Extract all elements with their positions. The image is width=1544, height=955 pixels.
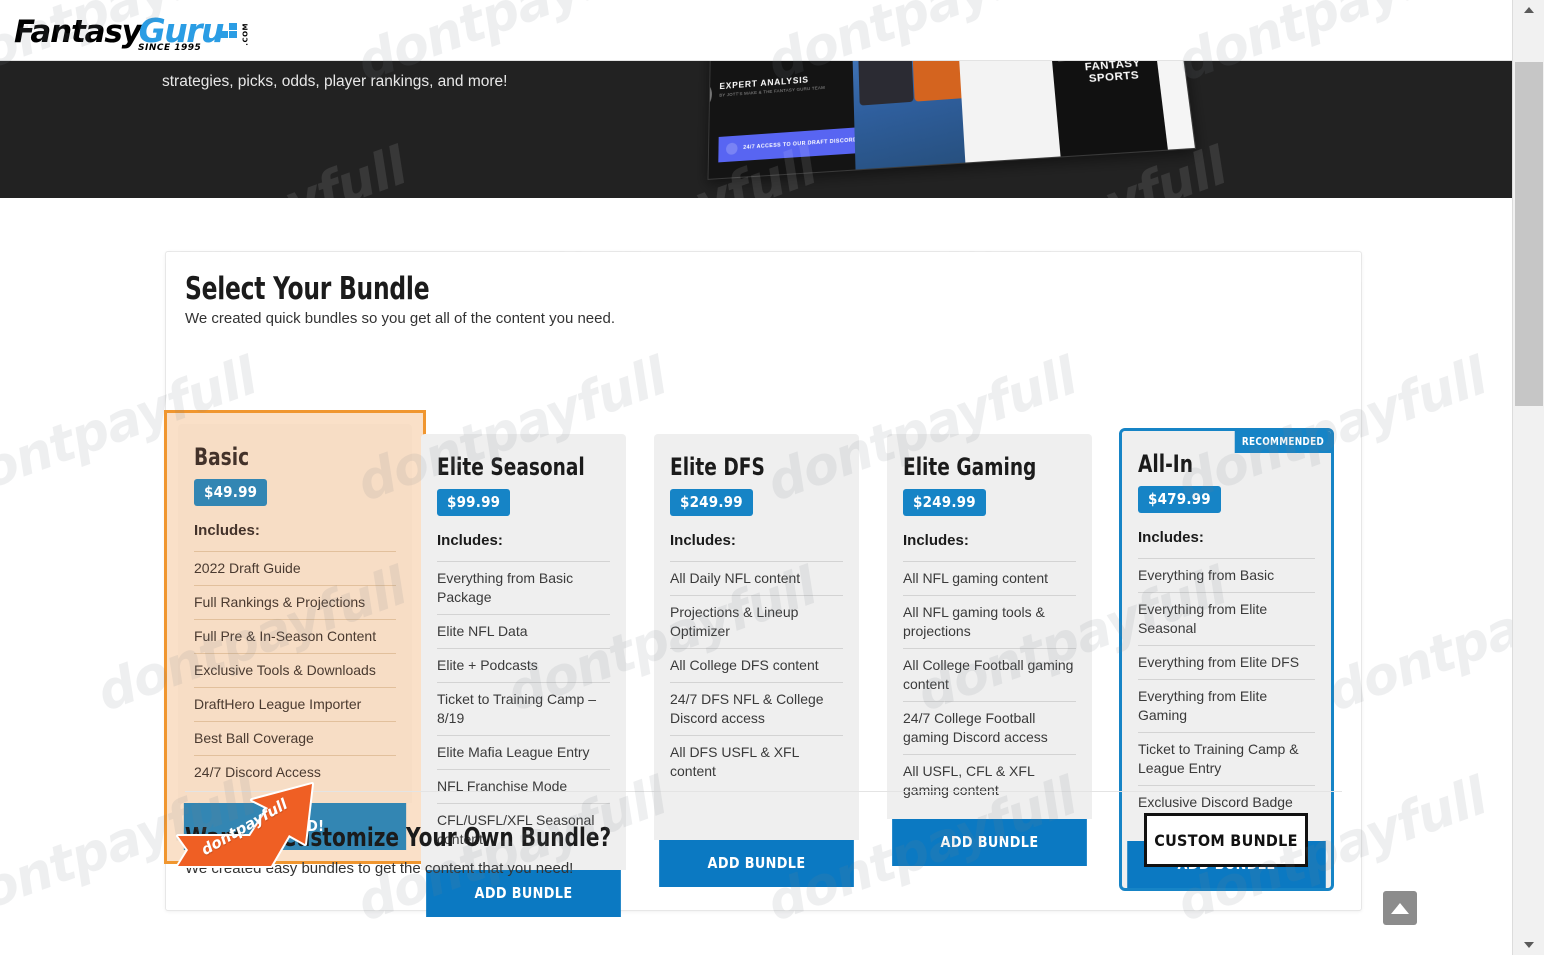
bundle-feature: Exclusive Tools & Downloads: [194, 653, 396, 687]
bundle-card-body: Elite DFS $249.99 Includes: All Daily NF…: [654, 434, 859, 840]
includes-label: Includes:: [194, 522, 260, 539]
bundle-name: Elite DFS: [670, 453, 765, 481]
mockup-player-2: [911, 61, 966, 102]
mockup-sirius-title: FANTASY SPORTS: [1084, 61, 1142, 86]
logo-tagline: SINCE 1995: [138, 43, 202, 53]
bundle-feature: Everything from Elite Gaming: [1138, 679, 1315, 732]
bundle-feature: All NFL gaming content: [903, 561, 1076, 595]
hero-copy-line: strategies, picks, odds, player rankings…: [162, 73, 508, 90]
bundle-feature: Elite Mafia League Entry: [437, 735, 610, 769]
scrollbar-up-button[interactable]: [1513, 0, 1544, 20]
logo-dotcom-text: .COM: [241, 23, 250, 46]
custom-bundle-cta: Want to Customize Your Own Bundle? We cr…: [185, 791, 1342, 891]
bundle-name: All-In: [1138, 450, 1193, 478]
bundle-feature: 24/7 DFS NFL & College Discord access: [670, 682, 843, 735]
bundle-feature: Everything from Basic: [1138, 558, 1315, 592]
bundle-card-list: Basic $49.99 Includes: 2022 Draft Guide …: [164, 332, 1361, 917]
back-to-top-button[interactable]: [1383, 891, 1417, 925]
page-title: Select Your Bundle: [185, 271, 430, 307]
includes-label: Includes:: [1138, 529, 1204, 546]
logo-blocks-icon: .COM: [219, 22, 250, 50]
bundle-feature: 24/7 College Football gaming Discord acc…: [903, 701, 1076, 754]
page-scrollbar[interactable]: [1512, 0, 1544, 955]
bundle-feature: Best Ball Coverage: [194, 721, 396, 755]
bundle-feature-list: All Daily NFL content Projections & Line…: [670, 561, 843, 788]
bundle-feature: All College DFS content: [670, 648, 843, 682]
bundle-feature: Elite + Podcasts: [437, 648, 610, 682]
bundle-feature: Full Pre & In-Season Content: [194, 619, 396, 653]
bundle-feature: Ticket to Training Camp & League Entry: [1138, 732, 1315, 785]
bundle-card-body: Elite Gaming $249.99 Includes: All NFL g…: [887, 434, 1092, 819]
bundle-price-badge: $99.99: [437, 489, 511, 516]
bundle-feature: Elite NFL Data: [437, 614, 610, 648]
mockup-panel-news: Update: 3/8/22 NFL Draft Player Profile:…: [956, 61, 1061, 163]
site-logo[interactable]: Fantasy Guru .COM SINCE 1995: [14, 10, 250, 53]
mockup-player-1: [857, 61, 914, 106]
discord-icon: [726, 142, 738, 156]
bundle-feature: All DFS USFL & XFL content: [670, 735, 843, 788]
scrollbar-thumb[interactable]: [1515, 62, 1543, 406]
bundle-feature: Projections & Lineup Optimizer: [670, 595, 843, 648]
bundle-feature-list: All NFL gaming content All NFL gaming to…: [903, 561, 1076, 807]
includes-label: Includes:: [903, 532, 969, 549]
page-root: Fantasy Guru .COM SINCE 1995 strategies,…: [0, 0, 1544, 955]
bundle-feature-list: 2022 Draft Guide Full Rankings & Project…: [194, 551, 396, 789]
recommended-badge: RECOMMENDED: [1234, 431, 1331, 453]
bundle-feature: 24/7 Discord Access: [194, 755, 396, 789]
mockup-panel-players: 17: [851, 61, 966, 170]
custom-bundle-button[interactable]: CUSTOM BUNDLE: [1144, 813, 1308, 867]
triangle-up-icon: [1391, 902, 1409, 914]
cta-subtitle: We created easy bundles to get the conte…: [185, 860, 574, 877]
bundle-name: Basic: [194, 443, 250, 471]
mockup-discord-bar: 24/7 ACCESS TO OUR DRAFT DISCORD AT: [718, 123, 856, 163]
bundle-price-badge: $249.99: [670, 489, 753, 516]
bundle-feature: Full Rankings & Projections: [194, 585, 396, 619]
chevron-down-icon: [1524, 942, 1534, 948]
hero-banner: strategies, picks, odds, player rankings…: [0, 61, 1512, 198]
bundle-feature: Everything from Elite Seasonal: [1138, 592, 1315, 645]
bundle-price-badge: $249.99: [903, 489, 986, 516]
hero-site-mockup-image: EXPERT ANALYSIS BY JOTT'S MAKE & THE FAN…: [707, 61, 1197, 180]
bundle-name: Elite Seasonal: [437, 453, 585, 481]
bundle-feature: All NFL gaming tools & projections: [903, 595, 1076, 648]
bundle-selection-panel: Select Your Bundle We created quick bund…: [164, 251, 1362, 917]
bundle-feature: DraftHero League Importer: [194, 687, 396, 721]
bundle-card-body: Basic $49.99 Includes: 2022 Draft Guide …: [178, 424, 412, 803]
page-subtitle: We created quick bundles so you get all …: [185, 310, 616, 327]
cta-title: Want to Customize Your Own Bundle?: [185, 823, 612, 853]
bundle-feature: All Daily NFL content: [670, 561, 843, 595]
mockup-panel-expert-analysis: EXPERT ANALYSIS BY JOTT'S MAKE & THE FAN…: [708, 61, 856, 179]
mockup-discord-line1: 24/7 ACCESS TO OUR DRAFT DISCORD AT: [743, 136, 856, 151]
bundle-price-badge: $479.99: [1138, 486, 1221, 513]
bundle-feature: All College Football gaming content: [903, 648, 1076, 701]
bundle-feature: Ticket to Training Camp – 8/19: [437, 682, 610, 735]
includes-label: Includes:: [437, 532, 503, 549]
chevron-up-icon: [1524, 7, 1534, 13]
bundle-feature: 2022 Draft Guide: [194, 551, 396, 585]
bundle-name: Elite Gaming: [903, 453, 1037, 481]
bundle-feature: Everything from Elite DFS: [1138, 645, 1315, 679]
bundle-price-badge: $49.99: [194, 479, 268, 506]
logo-text-fantasy: Fantasy: [14, 14, 142, 50]
hero-copy: strategies, picks, odds, player rankings…: [162, 69, 782, 95]
mockup-avatar: [708, 78, 713, 113]
scrollbar-down-button[interactable]: [1513, 935, 1544, 955]
includes-label: Includes:: [670, 532, 736, 549]
bundle-card-body: All-In $479.99 Includes: Everything from…: [1122, 431, 1331, 841]
mockup-panel-siriusxm: SIRIUSXM FANTASY SPORTS: [1047, 61, 1168, 157]
bundle-feature-list: Everything from Basic Everything from El…: [1138, 558, 1315, 819]
bundle-feature: Everything from Basic Package: [437, 561, 610, 614]
site-header: Fantasy Guru .COM SINCE 1995: [0, 0, 1512, 61]
